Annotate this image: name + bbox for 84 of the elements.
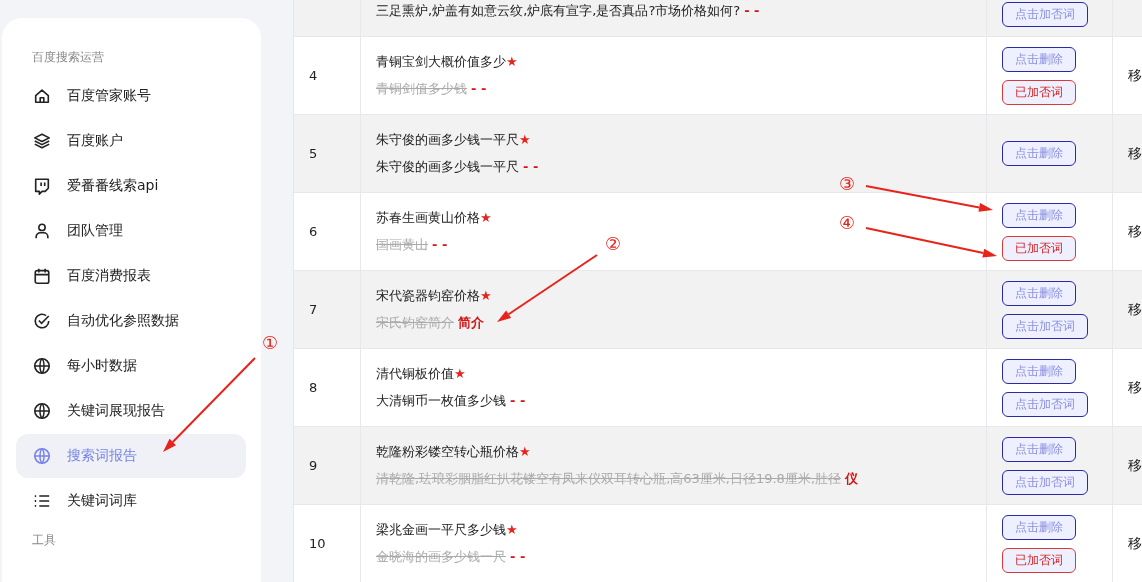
action-button[interactable]: 点击删除 bbox=[1002, 202, 1076, 228]
term-suffix: 仪 bbox=[845, 470, 859, 488]
row-number: 7 bbox=[309, 302, 319, 317]
action-button[interactable]: 点击删除 bbox=[1002, 514, 1076, 540]
keyword: 梁兆金画一平尺多少钱 bbox=[376, 521, 506, 539]
sidebar-item[interactable]: 百度管家账号 bbox=[16, 74, 246, 118]
term-suffix: 简介 bbox=[458, 314, 484, 332]
term-suffix: - - bbox=[510, 393, 526, 408]
sidebar-item[interactable]: 每小时数据 bbox=[16, 344, 246, 388]
keyword: 宋代瓷器钧窑价格 bbox=[376, 287, 480, 305]
search-term: 清乾隆,珐琅彩胭脂红扒花镂空有凤来仪双耳转心瓶,高63厘米,日径19.8厘米,肚径 bbox=[376, 470, 842, 488]
star-mark: ★ bbox=[480, 288, 492, 303]
chat-bubble-icon bbox=[33, 177, 51, 195]
annotation-number: ① bbox=[262, 333, 279, 353]
star-mark: ★ bbox=[519, 132, 531, 147]
user-icon bbox=[33, 222, 51, 240]
action-button[interactable]: 点击加否词 bbox=[1002, 313, 1088, 339]
search-term: 宋氏钧窑简介 bbox=[376, 314, 454, 332]
keyword: 苏春生画黄山价格 bbox=[376, 209, 480, 227]
search-term: 国画黄山 bbox=[376, 236, 428, 254]
added-negative-button[interactable]: 已加否词 bbox=[1002, 547, 1076, 573]
annotation-number: ④ bbox=[839, 213, 856, 233]
table-cell: 移 bbox=[1128, 300, 1142, 319]
sidebar-item[interactable]: 团队管理 bbox=[16, 209, 246, 253]
table-cell: 移 bbox=[1128, 378, 1142, 397]
action-button[interactable]: 点击删除 bbox=[1002, 358, 1076, 384]
term-suffix: - - bbox=[523, 159, 539, 174]
globe-icon bbox=[33, 402, 51, 420]
search-term: 大清铜币一枚值多少钱 bbox=[376, 392, 506, 410]
check-circle-icon bbox=[33, 312, 51, 330]
table-cell: 移 bbox=[1128, 534, 1142, 553]
star-mark: ★ bbox=[480, 210, 492, 225]
annotation-number: ③ bbox=[839, 174, 856, 194]
star-mark: ★ bbox=[519, 444, 531, 459]
keyword: 朱守俊的画多少钱一平尺 bbox=[376, 131, 519, 149]
term-suffix: - - bbox=[432, 237, 448, 252]
table-cell: 移 bbox=[1128, 66, 1142, 85]
row-number: 8 bbox=[309, 380, 319, 395]
table-cell: 移 bbox=[1128, 144, 1142, 163]
row-number: 10 bbox=[309, 536, 327, 551]
globe-icon bbox=[33, 447, 51, 465]
table-cell: 移 bbox=[1128, 222, 1142, 241]
term-suffix: - - bbox=[510, 549, 526, 564]
sidebar-item[interactable]: 自动优化参照数据 bbox=[16, 299, 246, 343]
term-suffix: - - bbox=[471, 81, 487, 96]
keyword: 清代铜板价值 bbox=[376, 365, 454, 383]
section-title: 工具 bbox=[31, 532, 57, 549]
term-suffix: - - bbox=[744, 3, 760, 18]
star-mark: ★ bbox=[506, 522, 518, 537]
sidebar-item[interactable]: 关键词展现报告 bbox=[16, 389, 246, 433]
search-term: 朱守俊的画多少钱一平尺 bbox=[376, 158, 519, 176]
row-number: 5 bbox=[309, 146, 319, 161]
search-term: 青铜剑值多少钱 bbox=[376, 80, 467, 98]
added-negative-button[interactable]: 已加否词 bbox=[1002, 235, 1076, 261]
home-icon bbox=[33, 87, 51, 105]
added-negative-button[interactable]: 已加否词 bbox=[1002, 79, 1076, 105]
search-term: 金晓海的画多少钱一尺 bbox=[376, 548, 506, 566]
action-button[interactable]: 点击删除 bbox=[1002, 436, 1076, 462]
search-term: 三足熏炉,炉盖有如意云纹,炉底有宣字,是否真品?市场价格如何? bbox=[376, 2, 741, 20]
action-button[interactable]: 点击加否词 bbox=[1002, 469, 1088, 495]
list-icon bbox=[33, 492, 51, 510]
sidebar-item[interactable]: 百度账户 bbox=[16, 119, 246, 163]
star-mark: ★ bbox=[454, 366, 466, 381]
sidebar-item[interactable]: 搜索词报告 bbox=[16, 434, 246, 478]
action-button[interactable]: 点击删除 bbox=[1002, 141, 1076, 166]
action-button[interactable]: 点击删除 bbox=[1002, 46, 1076, 72]
action-button[interactable]: 点击加否词 bbox=[1002, 2, 1088, 27]
calendar-icon bbox=[33, 267, 51, 285]
sidebar-item[interactable]: 关键词词库 bbox=[16, 479, 246, 523]
section-title: 百度搜索运营 bbox=[31, 49, 105, 66]
action-button[interactable]: 点击加否词 bbox=[1002, 391, 1088, 417]
row-number: 6 bbox=[309, 224, 319, 239]
sidebar-item[interactable]: 百度消费报表 bbox=[16, 254, 246, 298]
layers-icon bbox=[33, 132, 51, 150]
keyword: 青铜宝剑大概价值多少 bbox=[376, 53, 506, 71]
annotation-number: ② bbox=[605, 234, 622, 254]
row-number: 9 bbox=[309, 458, 319, 473]
star-mark: ★ bbox=[506, 54, 518, 69]
table-cell: 移 bbox=[1128, 456, 1142, 475]
sidebar-item[interactable]: 爱番番线索api bbox=[16, 164, 246, 208]
action-button[interactable]: 点击删除 bbox=[1002, 280, 1076, 306]
globe-icon bbox=[33, 357, 51, 375]
keyword: 乾隆粉彩镂空转心瓶价格 bbox=[376, 443, 519, 461]
row-number: 4 bbox=[309, 68, 319, 83]
